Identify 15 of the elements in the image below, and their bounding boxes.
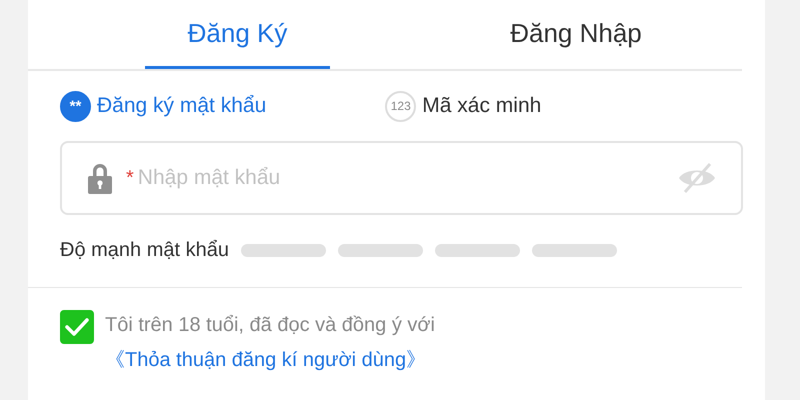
- password-field[interactable]: * Nhập mật khẩu: [60, 141, 743, 215]
- method-icon: **: [60, 90, 91, 122]
- strength-label: Độ mạnh mật khẩu: [60, 238, 229, 262]
- tab[interactable]: Đăng Nhập: [330, 0, 742, 69]
- eye-slash-icon[interactable]: [677, 162, 717, 194]
- agree-checkbox[interactable]: [60, 310, 94, 344]
- agreement-text: Tôi trên 18 tuổi, đã đọc và đồng ý với 《Thỏa thuận đăng kí người dùng》: [105, 313, 436, 373]
- method-icon: 123: [385, 90, 416, 122]
- tab[interactable]: Đăng Ký: [145, 0, 330, 69]
- method-option[interactable]: 123 Mã xác minh: [385, 90, 542, 122]
- method-option[interactable]: ** Đăng ký mật khẩu: [60, 90, 266, 122]
- lock-icon: [88, 162, 112, 194]
- check-icon: [65, 317, 89, 337]
- required-mark: *: [126, 166, 134, 190]
- agreement-link[interactable]: 《Thỏa thuận đăng kí người dùng》: [105, 349, 426, 371]
